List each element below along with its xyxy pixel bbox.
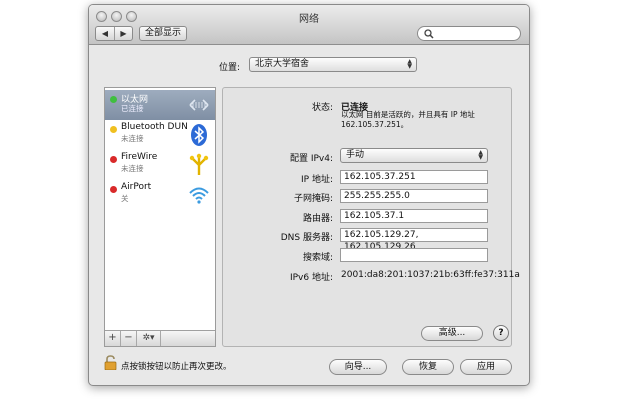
search-icon: [424, 29, 434, 39]
gear-menu-button[interactable]: ✲▾: [137, 331, 161, 346]
router-field[interactable]: 162.105.37.1: [340, 209, 488, 223]
search-domains-field[interactable]: [340, 248, 488, 262]
location-select[interactable]: 北京大学宿舍 ▲ ▼: [249, 57, 417, 72]
revert-button[interactable]: 恢复: [402, 359, 454, 375]
service-item-airport[interactable]: AirPort 关: [105, 180, 215, 210]
service-item-firewire[interactable]: FireWire 未连接: [105, 150, 215, 180]
configure-ipv4-value: 手动: [346, 150, 365, 160]
service-status: 关: [121, 194, 129, 203]
show-all-button[interactable]: 全部显示: [139, 26, 187, 41]
service-list-toolbar: + − ✲▾: [105, 330, 215, 346]
service-details-panel: 状态: 已连接 以太网 目前是活跃的，并且具有 IP 地址 162.105.37…: [222, 87, 520, 347]
forward-button[interactable]: ▶: [114, 27, 132, 40]
status-label: 状态:: [311, 103, 333, 113]
service-item-ethernet[interactable]: 以太网 已连接: [105, 90, 215, 120]
service-item-bluetooth-dun[interactable]: Bluetooth DUN 未连接: [105, 120, 215, 150]
location-value: 北京大学宿舍: [255, 59, 310, 69]
window-title: 网络: [299, 14, 319, 25]
updown-arrows-icon: ▲ ▼: [478, 149, 483, 161]
subnet-mask-label: 子网掩码:: [293, 194, 333, 204]
nav-buttons: ◀ ▶: [95, 26, 133, 41]
subnet-mask-field[interactable]: 255.255.255.0: [340, 189, 488, 203]
updown-arrows-icon: ▲ ▼: [407, 58, 412, 70]
status-dot: [110, 96, 117, 103]
service-list: 以太网 已连接 Bluetooth DUN 未连接 FireWire 未连接 A…: [104, 87, 216, 347]
ipv6-address-label: IPv6 地址:: [289, 273, 333, 283]
search-domains-label: 搜索域:: [302, 253, 333, 263]
airport-icon: [189, 187, 209, 204]
service-name: AirPort: [121, 182, 152, 192]
ethernet-icon: [189, 99, 209, 111]
lock-hint-text: 点按锁按钮以防止再次更改。: [121, 362, 232, 372]
advanced-button[interactable]: 高级...: [421, 326, 483, 341]
router-label: 路由器:: [302, 214, 333, 224]
title-bar: 网络 ◀ ▶ 全部显示: [89, 5, 529, 45]
service-name: FireWire: [121, 152, 158, 162]
ipv6-address-value: 2001:da8:201:1037:21b:63ff:fe37:311a: [341, 270, 520, 280]
status-dot: [110, 186, 117, 193]
service-status: 未连接: [121, 134, 144, 143]
bluetooth-icon: [191, 124, 207, 146]
location-label: 位置:: [219, 63, 241, 73]
help-button[interactable]: ?: [493, 325, 509, 341]
firewire-icon: [189, 153, 209, 175]
search-field[interactable]: [417, 26, 521, 41]
status-dot: [110, 126, 117, 133]
status-description: 以太网 目前是活跃的，并且具有 IP 地址 162.105.37.251。: [341, 110, 475, 129]
dns-server-label: DNS 服务器:: [280, 233, 333, 243]
apply-button[interactable]: 应用: [460, 359, 512, 375]
lock-icon[interactable]: [104, 355, 117, 370]
configure-ipv4-label: 配置 IPv4:: [289, 154, 333, 164]
service-name: Bluetooth DUN: [121, 122, 188, 132]
service-status: 未连接: [121, 164, 144, 173]
add-service-button[interactable]: +: [105, 331, 121, 346]
network-preferences-window: 网络 ◀ ▶ 全部显示 位置: 北京大学宿舍 ▲ ▼ 以太网 已连接 Bluet…: [88, 4, 530, 386]
back-button[interactable]: ◀: [96, 27, 114, 40]
status-dot: [110, 156, 117, 163]
service-status: 已连接: [121, 104, 144, 113]
ip-address-field[interactable]: 162.105.37.251: [340, 170, 488, 184]
assist-me-button[interactable]: 向导...: [329, 359, 387, 375]
dns-server-field[interactable]: 162.105.129.27, 162.105.129.26: [340, 228, 488, 252]
configure-ipv4-select[interactable]: 手动 ▲ ▼: [340, 148, 488, 163]
ip-address-label: IP 地址:: [301, 175, 333, 185]
remove-service-button[interactable]: −: [121, 331, 137, 346]
